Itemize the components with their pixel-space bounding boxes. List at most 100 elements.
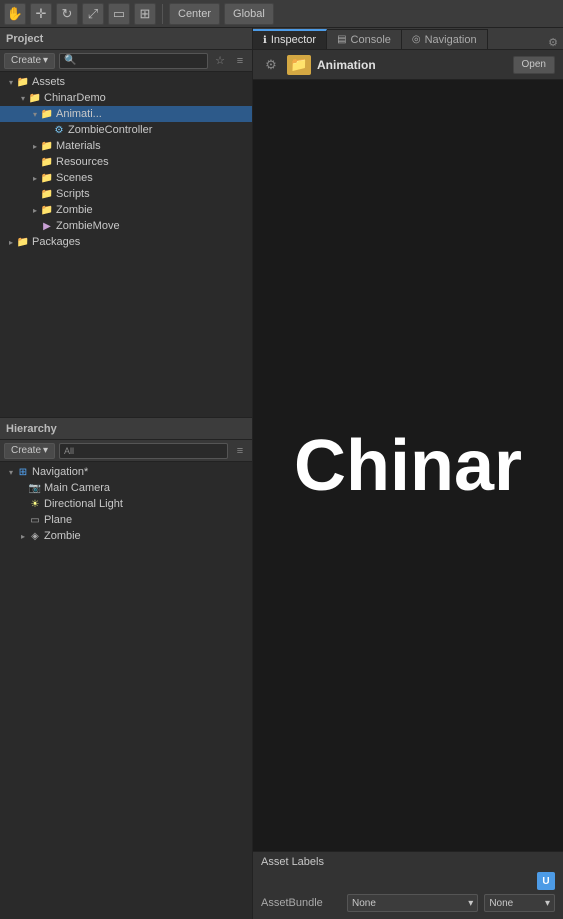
directional-light-label: Directional Light <box>44 498 123 510</box>
project-title: Project <box>6 33 43 45</box>
zombie-hierarchy-item[interactable]: ▸ ◈ Zombie <box>0 528 252 544</box>
navigation-tab-icon: ◎ <box>412 34 421 45</box>
main-camera-item[interactable]: ▸ 📷 Main Camera <box>0 480 252 496</box>
hierarchy-tree: ▾ ⊞ Navigation* ▸ 📷 Main Camera ▸ ☀ Dire… <box>0 462 252 919</box>
project-search-input[interactable]: 🔍 <box>59 53 208 69</box>
console-tab-label: Console <box>351 34 391 46</box>
global-button[interactable]: Global <box>224 3 274 25</box>
hierarchy-search-input[interactable]: All <box>59 443 228 459</box>
inspector-settings-icon[interactable]: ⚙ <box>261 55 281 75</box>
move-tool-icon[interactable]: ✛ <box>30 3 52 25</box>
tabs-bar: ℹ Inspector ▤ Console ◎ Navigation ⚙ <box>253 28 563 50</box>
toolbar-separator-1 <box>162 4 163 24</box>
scenes-label: Scenes <box>56 172 93 184</box>
chinar-demo-item[interactable]: ▾ 📁 ChinarDemo <box>0 90 252 106</box>
animation-folder-title: Animation <box>317 58 376 72</box>
zombie-controller-label: ZombieController <box>68 124 152 136</box>
project-section: Project Create ▾ 🔍 ☆ ≡ ▾ 📁 Assets <box>0 28 252 418</box>
plane-label: Plane <box>44 514 72 526</box>
right-panel: ℹ Inspector ▤ Console ◎ Navigation ⚙ ⚙ 📁… <box>253 28 563 919</box>
zombie-folder-icon: 📁 <box>40 203 54 217</box>
assets-label: Assets <box>32 76 65 88</box>
zombie-move-item[interactable]: ▸ ▶ ZombieMove <box>0 218 252 234</box>
project-panel-header: Project <box>0 28 252 50</box>
packages-item[interactable]: ▸ 📁 Packages <box>0 234 252 250</box>
open-button[interactable]: Open <box>513 56 555 74</box>
zombie-move-icon: ▶ <box>40 219 54 233</box>
zombie-icon: ◈ <box>28 529 42 543</box>
asset-labels-title: Asset Labels <box>261 856 555 868</box>
unity-logo-icon: U <box>537 872 555 890</box>
tab-navigation[interactable]: ◎ Navigation <box>402 29 488 49</box>
inspector-tab-icon: ℹ <box>263 35 267 46</box>
tabs-settings-icon[interactable]: ⚙ <box>543 36 563 49</box>
scripts-folder-icon: 📁 <box>40 187 54 201</box>
chinar-demo-label: ChinarDemo <box>44 92 106 104</box>
center-button[interactable]: Center <box>169 3 220 25</box>
asset-labels-section: Asset Labels U AssetBundle None ▾ None ▾ <box>253 851 563 919</box>
scale-tool-icon[interactable]: ⤢ <box>82 3 104 25</box>
materials-item[interactable]: ▸ 📁 Materials <box>0 138 252 154</box>
light-icon: ☀ <box>28 497 42 511</box>
hierarchy-create-button[interactable]: Create ▾ <box>4 443 55 459</box>
inspector-tab-label: Inspector <box>271 34 316 46</box>
main-camera-label: Main Camera <box>44 482 110 494</box>
assets-folder-icon: 📁 <box>16 75 30 89</box>
scene-name: Navigation* <box>32 466 88 478</box>
packages-label: Packages <box>32 236 80 248</box>
hierarchy-toolbar: Create ▾ All ≡ <box>0 440 252 462</box>
project-create-button[interactable]: Create ▾ <box>4 53 55 69</box>
plane-icon: ▭ <box>28 513 42 527</box>
rect-tool-icon[interactable]: ▭ <box>108 3 130 25</box>
hierarchy-panel-header: Hierarchy <box>0 418 252 440</box>
animation-label: Animati... <box>56 108 102 120</box>
assetbundle-select-2[interactable]: None ▾ <box>484 894 555 912</box>
zombie-controller-item[interactable]: ▸ ⚙ ZombieController <box>0 122 252 138</box>
materials-folder-icon: 📁 <box>40 139 54 153</box>
global-label: Global <box>233 8 265 20</box>
assets-root-item[interactable]: ▾ 📁 Assets <box>0 74 252 90</box>
assets-arrow: ▾ <box>6 78 16 87</box>
materials-label: Materials <box>56 140 101 152</box>
hierarchy-section: Hierarchy Create ▾ All ≡ ▾ ⊞ Navigation* <box>0 418 252 919</box>
navigation-tab-label: Navigation <box>425 34 477 46</box>
animation-folder-icon: 📁 <box>40 107 54 121</box>
main-layout: Project Create ▾ 🔍 ☆ ≡ ▾ 📁 Assets <box>0 28 563 919</box>
scene-icon: ⊞ <box>16 465 30 479</box>
animation-folder-item[interactable]: ▾ 📁 Animati... <box>0 106 252 122</box>
zombie-folder-item[interactable]: ▸ 📁 Zombie <box>0 202 252 218</box>
directional-light-item[interactable]: ▸ ☀ Directional Light <box>0 496 252 512</box>
resources-folder-icon: 📁 <box>40 155 54 169</box>
assetbundle-select-1[interactable]: None ▾ <box>347 894 478 912</box>
tab-inspector[interactable]: ℹ Inspector <box>253 29 327 49</box>
hand-tool-icon[interactable]: ✋ <box>4 3 26 25</box>
hierarchy-title: Hierarchy <box>6 423 57 435</box>
project-filter-icon[interactable]: ≡ <box>232 53 248 69</box>
console-tab-icon: ▤ <box>337 34 346 45</box>
left-panel: Project Create ▾ 🔍 ☆ ≡ ▾ 📁 Assets <box>0 28 253 919</box>
project-favorites-icon[interactable]: ☆ <box>212 53 228 69</box>
resources-item[interactable]: ▸ 📁 Resources <box>0 154 252 170</box>
all-label: All <box>64 446 74 456</box>
plane-item[interactable]: ▸ ▭ Plane <box>0 512 252 528</box>
camera-icon: 📷 <box>28 481 42 495</box>
assetbundle-label: AssetBundle <box>261 897 341 909</box>
main-toolbar: ✋ ✛ ↻ ⤢ ▭ ⊞ Center Global <box>0 0 563 28</box>
resources-label: Resources <box>56 156 109 168</box>
project-tree: ▾ 📁 Assets ▾ 📁 ChinarDemo ▾ 📁 Animati... <box>0 72 252 417</box>
scenes-folder-icon: 📁 <box>40 171 54 185</box>
navigation-scene-item[interactable]: ▾ ⊞ Navigation* <box>0 464 252 480</box>
transform-tool-icon[interactable]: ⊞ <box>134 3 156 25</box>
zombie-controller-icon: ⚙ <box>52 123 66 137</box>
rotate-tool-icon[interactable]: ↻ <box>56 3 78 25</box>
scripts-item[interactable]: ▸ 📁 Scripts <box>0 186 252 202</box>
scenes-item[interactable]: ▸ 📁 Scenes <box>0 170 252 186</box>
animation-folder-large-icon: 📁 <box>287 55 311 75</box>
hierarchy-filter-icon[interactable]: ≡ <box>232 443 248 459</box>
game-view: Chinar <box>253 80 563 851</box>
zombie-hierarchy-label: Zombie <box>44 530 81 542</box>
packages-folder-icon: 📁 <box>16 235 30 249</box>
asset-bundle-row: AssetBundle None ▾ None ▾ <box>261 894 555 912</box>
tab-console[interactable]: ▤ Console <box>327 29 402 49</box>
chinar-demo-folder-icon: 📁 <box>28 91 42 105</box>
